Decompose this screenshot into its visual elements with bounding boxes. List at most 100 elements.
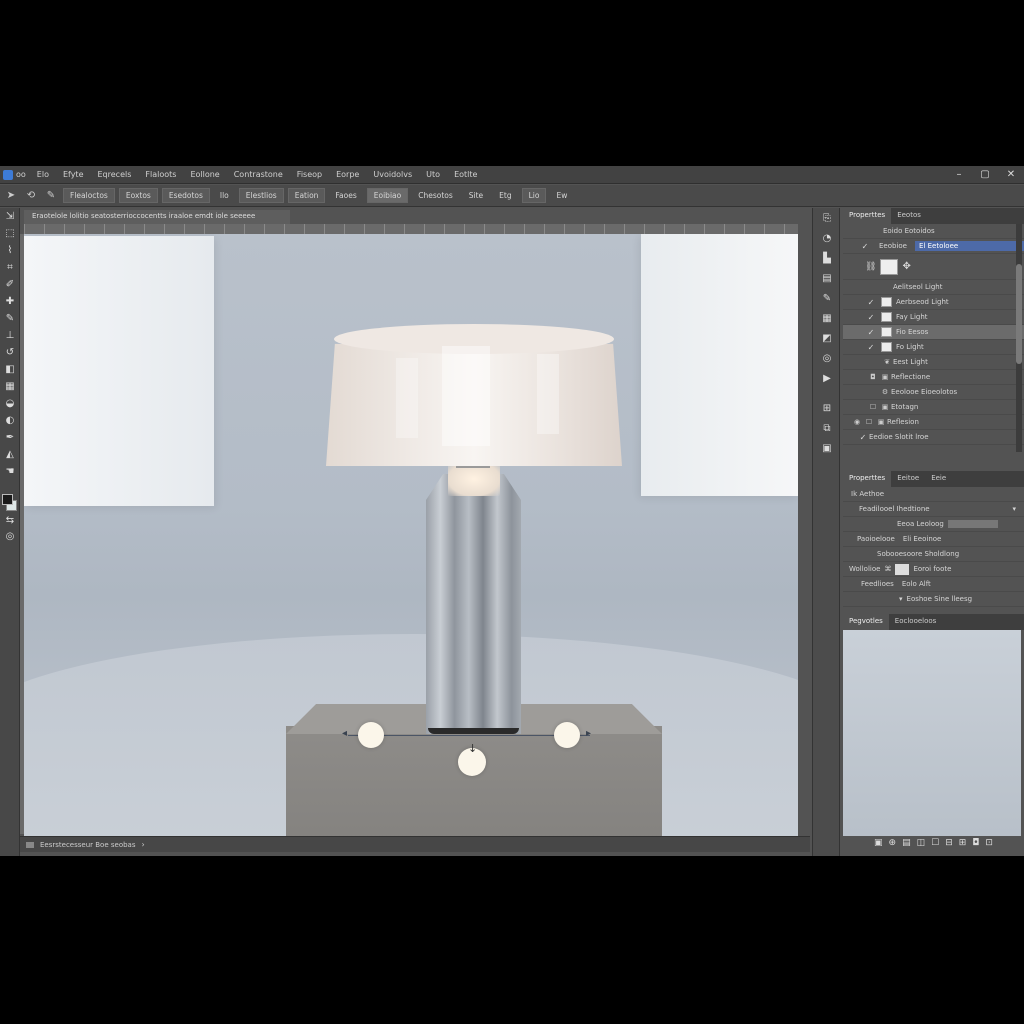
option-11[interactable]: Etg [493,189,517,202]
visibility-check-icon[interactable]: ✓ [865,343,877,352]
layer-row[interactable]: ◉ ☐ ▣ Reflesion [843,415,1024,430]
swap-colors-icon[interactable]: ⇆ [0,512,20,529]
texture-icon[interactable]: ⌘ [884,565,891,573]
layer-row[interactable]: ✓ Fo Light [843,340,1024,355]
option-5[interactable]: Elestlios [238,188,284,203]
menu-item-2[interactable]: Efyte [56,170,91,179]
lasso-tool-icon[interactable]: ⌇ [0,242,20,259]
arrow-right-icon[interactable]: ▸ [586,728,591,739]
adjustment-layer-icon[interactable]: ◫ [917,838,926,852]
layer-row[interactable]: ◘ ▣ Reflectione [843,370,1024,385]
properties-panel-icon[interactable]: ▤ [813,268,841,288]
layer-group-row[interactable]: Aelitseol Light [843,280,1024,295]
info-panel-icon[interactable]: ⊞ [813,398,841,418]
layers-panel-icon[interactable]: ⧉ [813,418,841,438]
add-style-icon[interactable]: ⊕ [889,838,897,852]
menu-item-10[interactable]: Uto [419,170,447,179]
pen-tool-icon[interactable]: ✒ [0,429,20,446]
eraser-tool-icon[interactable]: ◧ [0,361,20,378]
visibility-check-icon[interactable]: ✓ [865,313,877,322]
tab-layers-secondary[interactable]: Eeotos [891,208,927,224]
property-value[interactable]: Eoroi foote [913,565,951,573]
option-6[interactable]: Eation [287,188,326,203]
tab-background[interactable]: Eoclooeloos [889,614,943,630]
healing-tool-icon[interactable]: ✚ [0,293,20,310]
menu-item-7[interactable]: Fiseop [290,170,329,179]
minimize-button[interactable]: – [946,169,972,180]
property-row[interactable]: Wollolioe ⌘ Eoroi foote [843,562,1024,577]
tab-properties[interactable]: Properttes [843,208,892,224]
option-7[interactable]: Faoes [329,189,362,202]
menu-item-11[interactable]: Eotlte [447,170,484,179]
lock-icon[interactable]: ◘ [972,838,979,852]
option-2[interactable]: Eoxtos [118,188,158,203]
quick-mask-icon[interactable]: ◎ [0,528,20,545]
layer-row[interactable]: ⚙ Eeolooe Eioeolotos [843,385,1024,400]
link-layers-icon[interactable]: ▣ [874,838,883,852]
layer-row[interactable]: ✓ Fio Eesos [843,325,1024,340]
layer-row[interactable]: ✓ Fay Light [843,310,1024,325]
document-canvas[interactable]: ◂ ▸ ↓ [24,234,798,836]
property-value[interactable]: Eolo Alft [902,580,931,588]
duplicate-icon[interactable]: ⊞ [959,838,967,852]
layers-scrollbar-thumb[interactable] [1016,264,1022,364]
crop-tool-icon[interactable]: ⌗ [0,259,20,276]
gizmo-handle-left[interactable] [358,722,384,748]
new-group-icon[interactable]: ☐ [931,838,939,852]
menu-item-8[interactable]: Eorpe [329,170,366,179]
eyedropper-tool-icon[interactable]: ✐ [0,276,20,293]
property-row[interactable]: Feadilooel Ihedtione ▾ [843,502,1024,517]
layer-row[interactable]: ☐ ▣ Etotagn [843,400,1024,415]
pointer-tool-icon[interactable]: ➤ [3,190,19,201]
history-panel-icon[interactable]: ⎘ [813,208,841,228]
property-row[interactable]: Eeoa Leoloog [843,517,1024,532]
layer-row[interactable]: ✓ Eedioe Slotit lroe [843,430,1024,445]
option-10[interactable]: Site [463,189,489,202]
menu-item-5[interactable]: Eollone [183,170,226,179]
visibility-check-icon[interactable]: ✓ [865,298,877,307]
dodge-tool-icon[interactable]: ◐ [0,412,20,429]
actions-panel-icon[interactable]: ▶ [813,368,841,388]
property-row[interactable]: Sobooesoore Sholdlong [843,547,1024,562]
delete-layer-icon[interactable]: ⊡ [985,838,993,852]
brush-settings-icon[interactable]: ✎ [813,288,841,308]
property-slider[interactable] [947,520,998,528]
settings-icon[interactable]: ⚙ [879,388,891,396]
arrow-down-icon[interactable]: ↓ [468,742,477,755]
document-tab[interactable]: Eraotelole lolitio seatosterrioccocentts… [24,210,290,224]
layer-row-value[interactable]: El Eetoloee [915,241,1024,251]
layer-row-selected[interactable]: ✓ Eeobioe El Eetoloee [843,239,1024,254]
gizmo-handle-right[interactable] [554,722,580,748]
arrow-left-icon[interactable]: ◂ [342,728,347,739]
tab-secondary[interactable]: Eeitoe [891,471,925,487]
property-menu-icon[interactable]: ▾ [1012,505,1016,513]
status-arrow-icon[interactable]: › [141,840,144,849]
property-thumbnail[interactable] [895,563,910,575]
properties-header[interactable]: Ik Aethoe [843,487,1024,502]
menu-item-3[interactable]: Eqrecels [91,170,139,179]
link-icon[interactable]: ⛓ [865,262,876,272]
channels-panel-icon[interactable]: ▣ [813,438,841,458]
gradient-tool-icon[interactable]: ▦ [0,378,20,395]
close-button[interactable]: ✕ [998,169,1024,180]
brush-tool-icon[interactable]: ✎ [43,190,59,201]
visibility-toggle-icon[interactable]: ☐ [863,418,875,426]
swatches-panel-icon[interactable]: ▦ [813,308,841,328]
property-row[interactable]: Paoioelooe Eli Eeoinoe [843,532,1024,547]
styles-panel-icon[interactable]: ◩ [813,328,841,348]
visibility-check-icon[interactable]: ✓ [857,433,869,442]
visibility-check-icon[interactable]: ✓ [859,242,871,251]
new-layer-icon[interactable]: ⊟ [945,838,953,852]
menu-item-1[interactable]: Elo [30,170,56,179]
visibility-toggle-icon[interactable]: ☐ [867,403,879,411]
option-1[interactable]: Flealoctos [63,188,115,203]
menu-item-6[interactable]: Contrastone [227,170,290,179]
libraries-panel-icon[interactable]: ▙ [813,248,841,268]
paths-panel-icon[interactable]: ◎ [813,348,841,368]
marquee-tool-icon[interactable]: ⬚ [0,225,20,242]
history-brush-icon[interactable]: ↺ [0,344,20,361]
visibility-toggle-icon[interactable]: ◘ [867,373,879,381]
menu-item-4[interactable]: Flaloots [138,170,183,179]
hand-tool-icon[interactable]: ☚ [0,463,20,480]
adjustments-panel-icon[interactable]: ◔ [813,228,841,248]
